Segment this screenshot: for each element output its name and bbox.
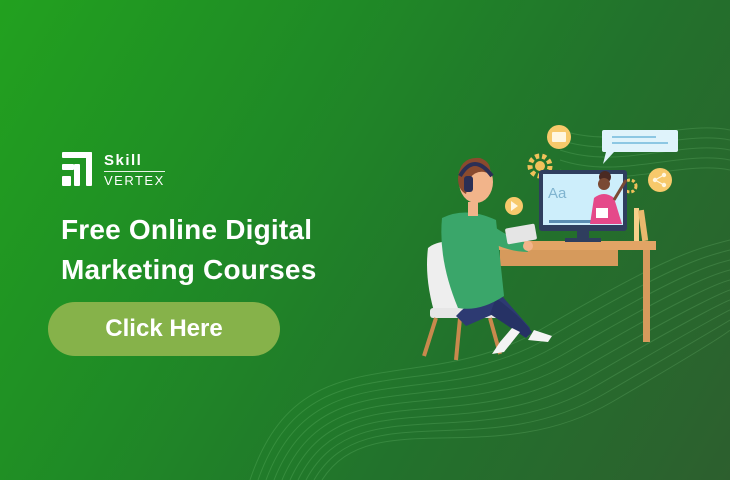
screen-text: Aa [548,185,567,202]
headline-line-1: Free Online Digital [61,214,313,245]
student-online-class-illustration: Aa [422,125,678,361]
headline: Free Online Digital Marketing Courses [61,210,316,290]
logo-mark-icon [62,152,92,186]
promo-banner: Skill VERTEX Free Online Digital Marketi… [0,0,730,480]
logo-skill-text: Skill [104,152,143,169]
speech-bubble-icon [602,130,678,164]
click-here-button[interactable]: Click Here [48,302,280,356]
monitor: Aa [539,170,628,242]
skillvertex-logo[interactable]: Skill VERTEX [60,150,165,190]
logo-vertex-text: VERTEX [104,171,165,188]
click-here-label: Click Here [105,315,223,342]
play-badge-icon [505,197,523,215]
headline-line-2: Marketing Courses [61,254,317,285]
books [634,208,649,242]
share-badge-icon [648,168,672,192]
logo-wordmark: Skill VERTEX [104,153,165,187]
video-badge-icon [547,125,571,149]
